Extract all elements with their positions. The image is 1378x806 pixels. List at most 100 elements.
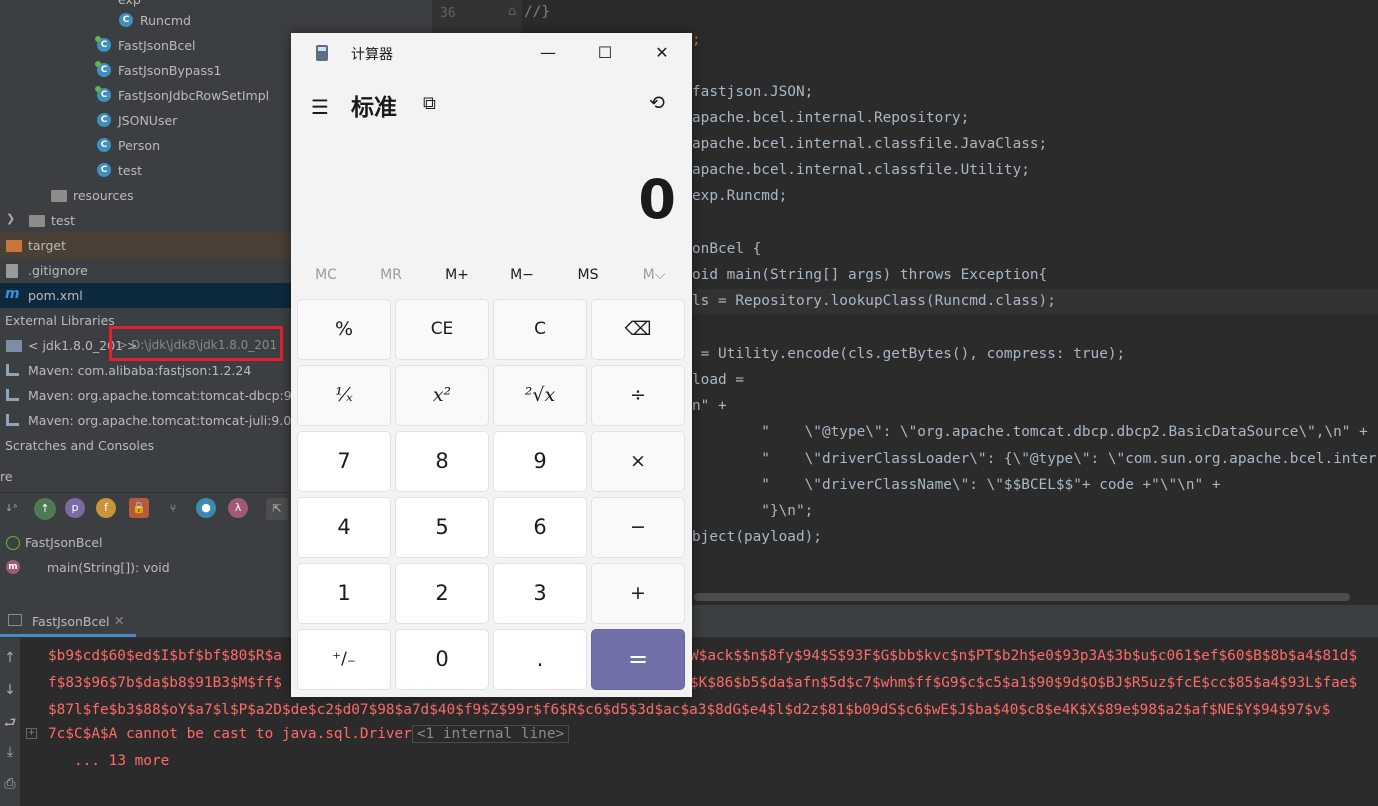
- add-button[interactable]: +: [591, 563, 685, 624]
- memory-recall-button[interactable]: MR: [358, 267, 424, 283]
- memory-store-button[interactable]: MS: [555, 267, 621, 283]
- code-line: apache.bcel.internal.classfile.Utility;: [692, 162, 1030, 178]
- tree-item-runcmd[interactable]: C Runcmd: [0, 8, 432, 33]
- sort-alpha-icon[interactable]: ↓ᵃ: [0, 498, 22, 520]
- close-button[interactable]: ✕: [634, 33, 690, 73]
- tree-item-label: Scratches and Consoles: [5, 438, 155, 453]
- field-icon[interactable]: f: [96, 498, 116, 518]
- console-line: ... 13 more: [74, 753, 170, 769]
- tree-item-label: Runcmd: [140, 13, 191, 28]
- digit-2-button[interactable]: 2: [395, 563, 489, 624]
- digit-4-button[interactable]: 4: [297, 497, 391, 558]
- calculator-window: 计算器 — ☐ ✕ ☰ 标准 ⧉ ⟲ 0 MC MR M+ M− MS M⌵ %…: [291, 33, 692, 697]
- decimal-button[interactable]: .: [493, 629, 587, 690]
- print-icon[interactable]: ⎙: [0, 776, 20, 792]
- code-line: ls = Repository.lookupClass(Runcmd.class…: [692, 293, 1056, 309]
- tree-item-label: test: [118, 163, 143, 178]
- structure-item-class[interactable]: FastJsonBcel: [0, 530, 292, 555]
- memory-clear-button[interactable]: MC: [293, 267, 359, 283]
- square-button[interactable]: x²: [395, 365, 489, 426]
- internal-lines-badge[interactable]: <1 internal line>: [411, 725, 570, 743]
- memory-subtract-button[interactable]: M−: [489, 267, 555, 283]
- digit-9-button[interactable]: 9: [493, 431, 587, 492]
- fold-icon[interactable]: ⌂: [508, 4, 516, 19]
- console-line: W$ack$$n$8fy$94$S$93F$G$bb$kvc$n$PT$b2h$…: [690, 648, 1358, 664]
- percent-button[interactable]: %: [297, 299, 391, 360]
- maven-icon: m: [5, 286, 20, 302]
- window-title: 计算器: [351, 47, 393, 63]
- reciprocal-button[interactable]: ¹⁄ₓ: [297, 365, 391, 426]
- horizontal-scrollbar[interactable]: [694, 593, 1350, 601]
- clear-button[interactable]: C: [493, 299, 587, 360]
- multiply-button[interactable]: ×: [591, 431, 685, 492]
- square-root-button[interactable]: ²√x: [493, 365, 587, 426]
- negate-button[interactable]: ⁺∕₋: [297, 629, 391, 690]
- code-line: exp.Runcmd;: [692, 188, 788, 204]
- tree-item-label: JSONUser: [118, 113, 178, 128]
- backspace-button[interactable]: ⌫: [591, 299, 685, 360]
- structure-toolbar: ↓ᵃ ↑ p f 🔒 ⑂ ● λ ⇱: [0, 498, 292, 524]
- close-icon[interactable]: ✕: [114, 613, 124, 628]
- class-icon: C: [97, 138, 111, 152]
- expand-icon[interactable]: +: [26, 728, 37, 739]
- calculator-mode-title: 标准: [351, 95, 397, 121]
- console-line: $b9$cd$60$ed$I$bf$bf$80$R$a: [48, 648, 282, 664]
- console-text: 7c$C$A$A cannot be cast to java.sql.Driv…: [48, 726, 412, 742]
- digit-1-button[interactable]: 1: [297, 563, 391, 624]
- scroll-to-end-icon[interactable]: ⤓: [0, 744, 20, 760]
- run-side-toolbar: ↑ ↓ ⮐ ⤓ ⎙: [0, 638, 20, 806]
- tree-item-label: Person: [118, 138, 161, 153]
- code-line: " \"driverClassLoader\": {\"@type\": \"c…: [692, 451, 1377, 467]
- maximize-button[interactable]: ☐: [577, 33, 633, 73]
- run-tab-fastjsonbcel[interactable]: FastJsonBcel ✕: [0, 605, 136, 637]
- memory-add-button[interactable]: M+: [424, 267, 490, 283]
- digit-3-button[interactable]: 3: [493, 563, 587, 624]
- history-icon[interactable]: ⟲: [649, 92, 665, 114]
- lock-icon[interactable]: 🔒: [129, 498, 149, 518]
- code-line: ;: [692, 32, 701, 48]
- class-icon: C: [97, 163, 111, 177]
- digit-0-button[interactable]: 0: [395, 629, 489, 690]
- library-icon: [6, 364, 19, 376]
- calculator-display: 0: [638, 168, 676, 231]
- property-icon[interactable]: p: [65, 498, 85, 518]
- structure-tool-window: re ↓ᵃ ↑ p f 🔒 ⑂ ● λ ⇱ FastJsonBcel m mai…: [0, 458, 292, 605]
- folder-icon: [51, 190, 67, 202]
- class-icon: C: [119, 13, 133, 27]
- autoscroll-icon[interactable]: ⇱: [266, 498, 288, 520]
- chevron-right-icon[interactable]: ❯: [6, 212, 15, 225]
- structure-item-method[interactable]: m main(String[]): void: [0, 555, 292, 580]
- divide-button[interactable]: ÷: [591, 365, 685, 426]
- class-icon: C: [97, 113, 111, 127]
- folder-icon: [6, 240, 22, 252]
- run-tab-label: FastJsonBcel: [32, 614, 110, 629]
- keep-on-top-icon[interactable]: ⧉: [423, 93, 436, 114]
- library-icon: [6, 389, 19, 401]
- digit-5-button[interactable]: 5: [395, 497, 489, 558]
- digit-8-button[interactable]: 8: [395, 431, 489, 492]
- anonymous-icon[interactable]: ●: [196, 498, 216, 518]
- up-arrow-icon[interactable]: ↑: [0, 650, 20, 666]
- file-icon: [6, 264, 18, 278]
- minimize-button[interactable]: —: [520, 33, 576, 73]
- lambda-icon[interactable]: λ: [228, 498, 248, 518]
- down-arrow-icon[interactable]: ↓: [0, 682, 20, 698]
- calculator-app-icon: [316, 45, 328, 61]
- tree-icon[interactable]: ⑂: [162, 498, 184, 520]
- digit-7-button[interactable]: 7: [297, 431, 391, 492]
- digit-6-button[interactable]: 6: [493, 497, 587, 558]
- hamburger-menu-icon[interactable]: ☰: [311, 95, 329, 119]
- memory-list-button[interactable]: M⌵: [621, 267, 687, 283]
- clear-entry-button[interactable]: CE: [395, 299, 489, 360]
- soft-wrap-icon[interactable]: ⮐: [0, 712, 20, 736]
- code-line: " \"@type\": \"org.apache.tomcat.dbcp.db…: [692, 424, 1368, 440]
- inherited-icon[interactable]: ↑: [34, 498, 56, 520]
- class-icon: C: [95, 36, 111, 52]
- code-line: oid main(String[] args) throws Exception…: [692, 267, 1048, 283]
- code-line: = Utility.encode(cls.getBytes(), compres…: [692, 346, 1126, 362]
- console-line: f$83$96$7b$da$b8$91B3$M$ff$: [48, 675, 282, 691]
- subtract-button[interactable]: −: [591, 497, 685, 558]
- equals-button[interactable]: =: [591, 629, 685, 690]
- calculator-titlebar[interactable]: 计算器 — ☐ ✕: [291, 33, 692, 73]
- tree-item-label: test: [51, 213, 76, 228]
